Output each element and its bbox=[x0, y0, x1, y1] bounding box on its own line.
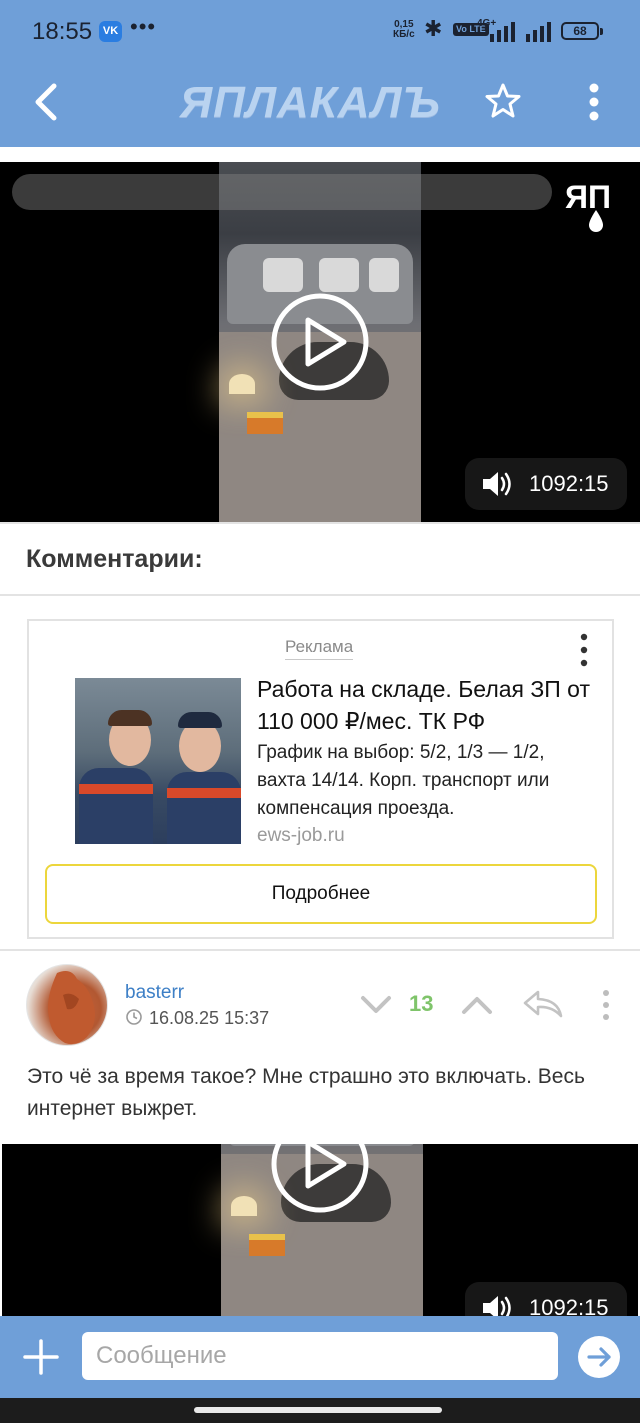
ad-more-button[interactable]: Подробнее bbox=[45, 864, 597, 924]
speaker-icon[interactable] bbox=[481, 470, 513, 498]
divider bbox=[0, 594, 640, 596]
status-bar: 18:55 VK ••• 0,15 КБ/с ✱ Vo LTE 4G+ 68 bbox=[0, 0, 640, 64]
avatar[interactable] bbox=[26, 964, 108, 1046]
system-navigation-bar bbox=[0, 1398, 640, 1423]
message-input-bar bbox=[0, 1316, 640, 1398]
top-app-bar: 18:55 VK ••• 0,15 КБ/с ✱ Vo LTE 4G+ 68 Я… bbox=[0, 0, 640, 147]
ad-description: График на выбор: 5/2, 1/3 — 1/2, вахта 1… bbox=[257, 742, 550, 819]
send-button[interactable] bbox=[578, 1336, 620, 1378]
video-player[interactable]: ЯП 1092:15 bbox=[0, 162, 640, 522]
signal-strength-icon bbox=[490, 22, 515, 42]
back-arrow-icon[interactable] bbox=[30, 82, 64, 122]
comment-video-player[interactable]: 1092:15 bbox=[2, 1144, 638, 1316]
site-logo[interactable]: ЯПЛАКАЛЪ bbox=[180, 78, 460, 128]
signal-strength-2-icon bbox=[526, 22, 551, 42]
volume-duration-pill[interactable]: 1092:15 bbox=[465, 458, 627, 510]
comment-date: 16.08.25 15:37 bbox=[149, 1008, 270, 1028]
overflow-menu-icon[interactable] bbox=[580, 82, 608, 122]
play-button-icon[interactable] bbox=[270, 1144, 370, 1214]
vote-down-chevron-icon[interactable] bbox=[360, 993, 392, 1017]
network-speed: 0,15 КБ/с bbox=[393, 20, 415, 40]
comment-text: Это чё за время такое? Мне страшно это в… bbox=[27, 1065, 585, 1120]
yaplakal-watermark-logo: ЯП bbox=[565, 179, 611, 232]
ad-menu-icon[interactable] bbox=[577, 633, 591, 667]
star-icon[interactable] bbox=[484, 82, 522, 120]
status-time: 18:55 bbox=[32, 18, 93, 45]
battery-icon: 68 bbox=[561, 22, 603, 40]
add-attachment-icon[interactable] bbox=[22, 1338, 60, 1376]
comment-item: basterr 16.08.25 15:37 13 Это чё за врем… bbox=[0, 955, 640, 1145]
ad-label: Реклама bbox=[285, 637, 354, 660]
volume-duration-pill[interactable]: 1092:15 bbox=[465, 1282, 627, 1316]
comments-heading: Комментарии: bbox=[26, 545, 203, 573]
message-input[interactable] bbox=[82, 1332, 558, 1380]
comment-author[interactable]: basterr bbox=[125, 982, 184, 1004]
reply-icon[interactable] bbox=[522, 988, 564, 1020]
speaker-icon[interactable] bbox=[481, 1294, 513, 1316]
comment-score: 13 bbox=[409, 991, 434, 1016]
send-arrow-icon[interactable] bbox=[578, 1336, 620, 1378]
speed-unit: КБ/с bbox=[393, 29, 415, 40]
vk-notification-icon: VK bbox=[99, 21, 122, 42]
more-notifications-icon: ••• bbox=[130, 14, 157, 39]
video-title-bar bbox=[12, 174, 552, 210]
ad-image[interactable] bbox=[75, 678, 241, 844]
comment-menu-icon[interactable] bbox=[599, 989, 613, 1021]
divider bbox=[0, 522, 640, 524]
ad-domain[interactable]: ews-job.ru bbox=[257, 825, 345, 847]
video-duration: 1092:15 bbox=[529, 1295, 609, 1316]
ad-card[interactable]: Реклама Работа на складе. Белая ЗП от 11… bbox=[27, 619, 614, 939]
divider bbox=[0, 949, 640, 951]
video-duration: 1092:15 bbox=[529, 471, 609, 496]
watermark-text: ЯП bbox=[565, 179, 611, 215]
bluetooth-icon: ✱ bbox=[424, 16, 443, 41]
home-indicator[interactable] bbox=[194, 1407, 442, 1413]
vote-up-chevron-icon[interactable] bbox=[461, 993, 493, 1017]
clock-icon bbox=[126, 1009, 142, 1025]
play-button-icon[interactable] bbox=[270, 292, 370, 392]
ad-title[interactable]: Работа на складе. Белая ЗП от 110 000 ₽/… bbox=[257, 673, 597, 737]
